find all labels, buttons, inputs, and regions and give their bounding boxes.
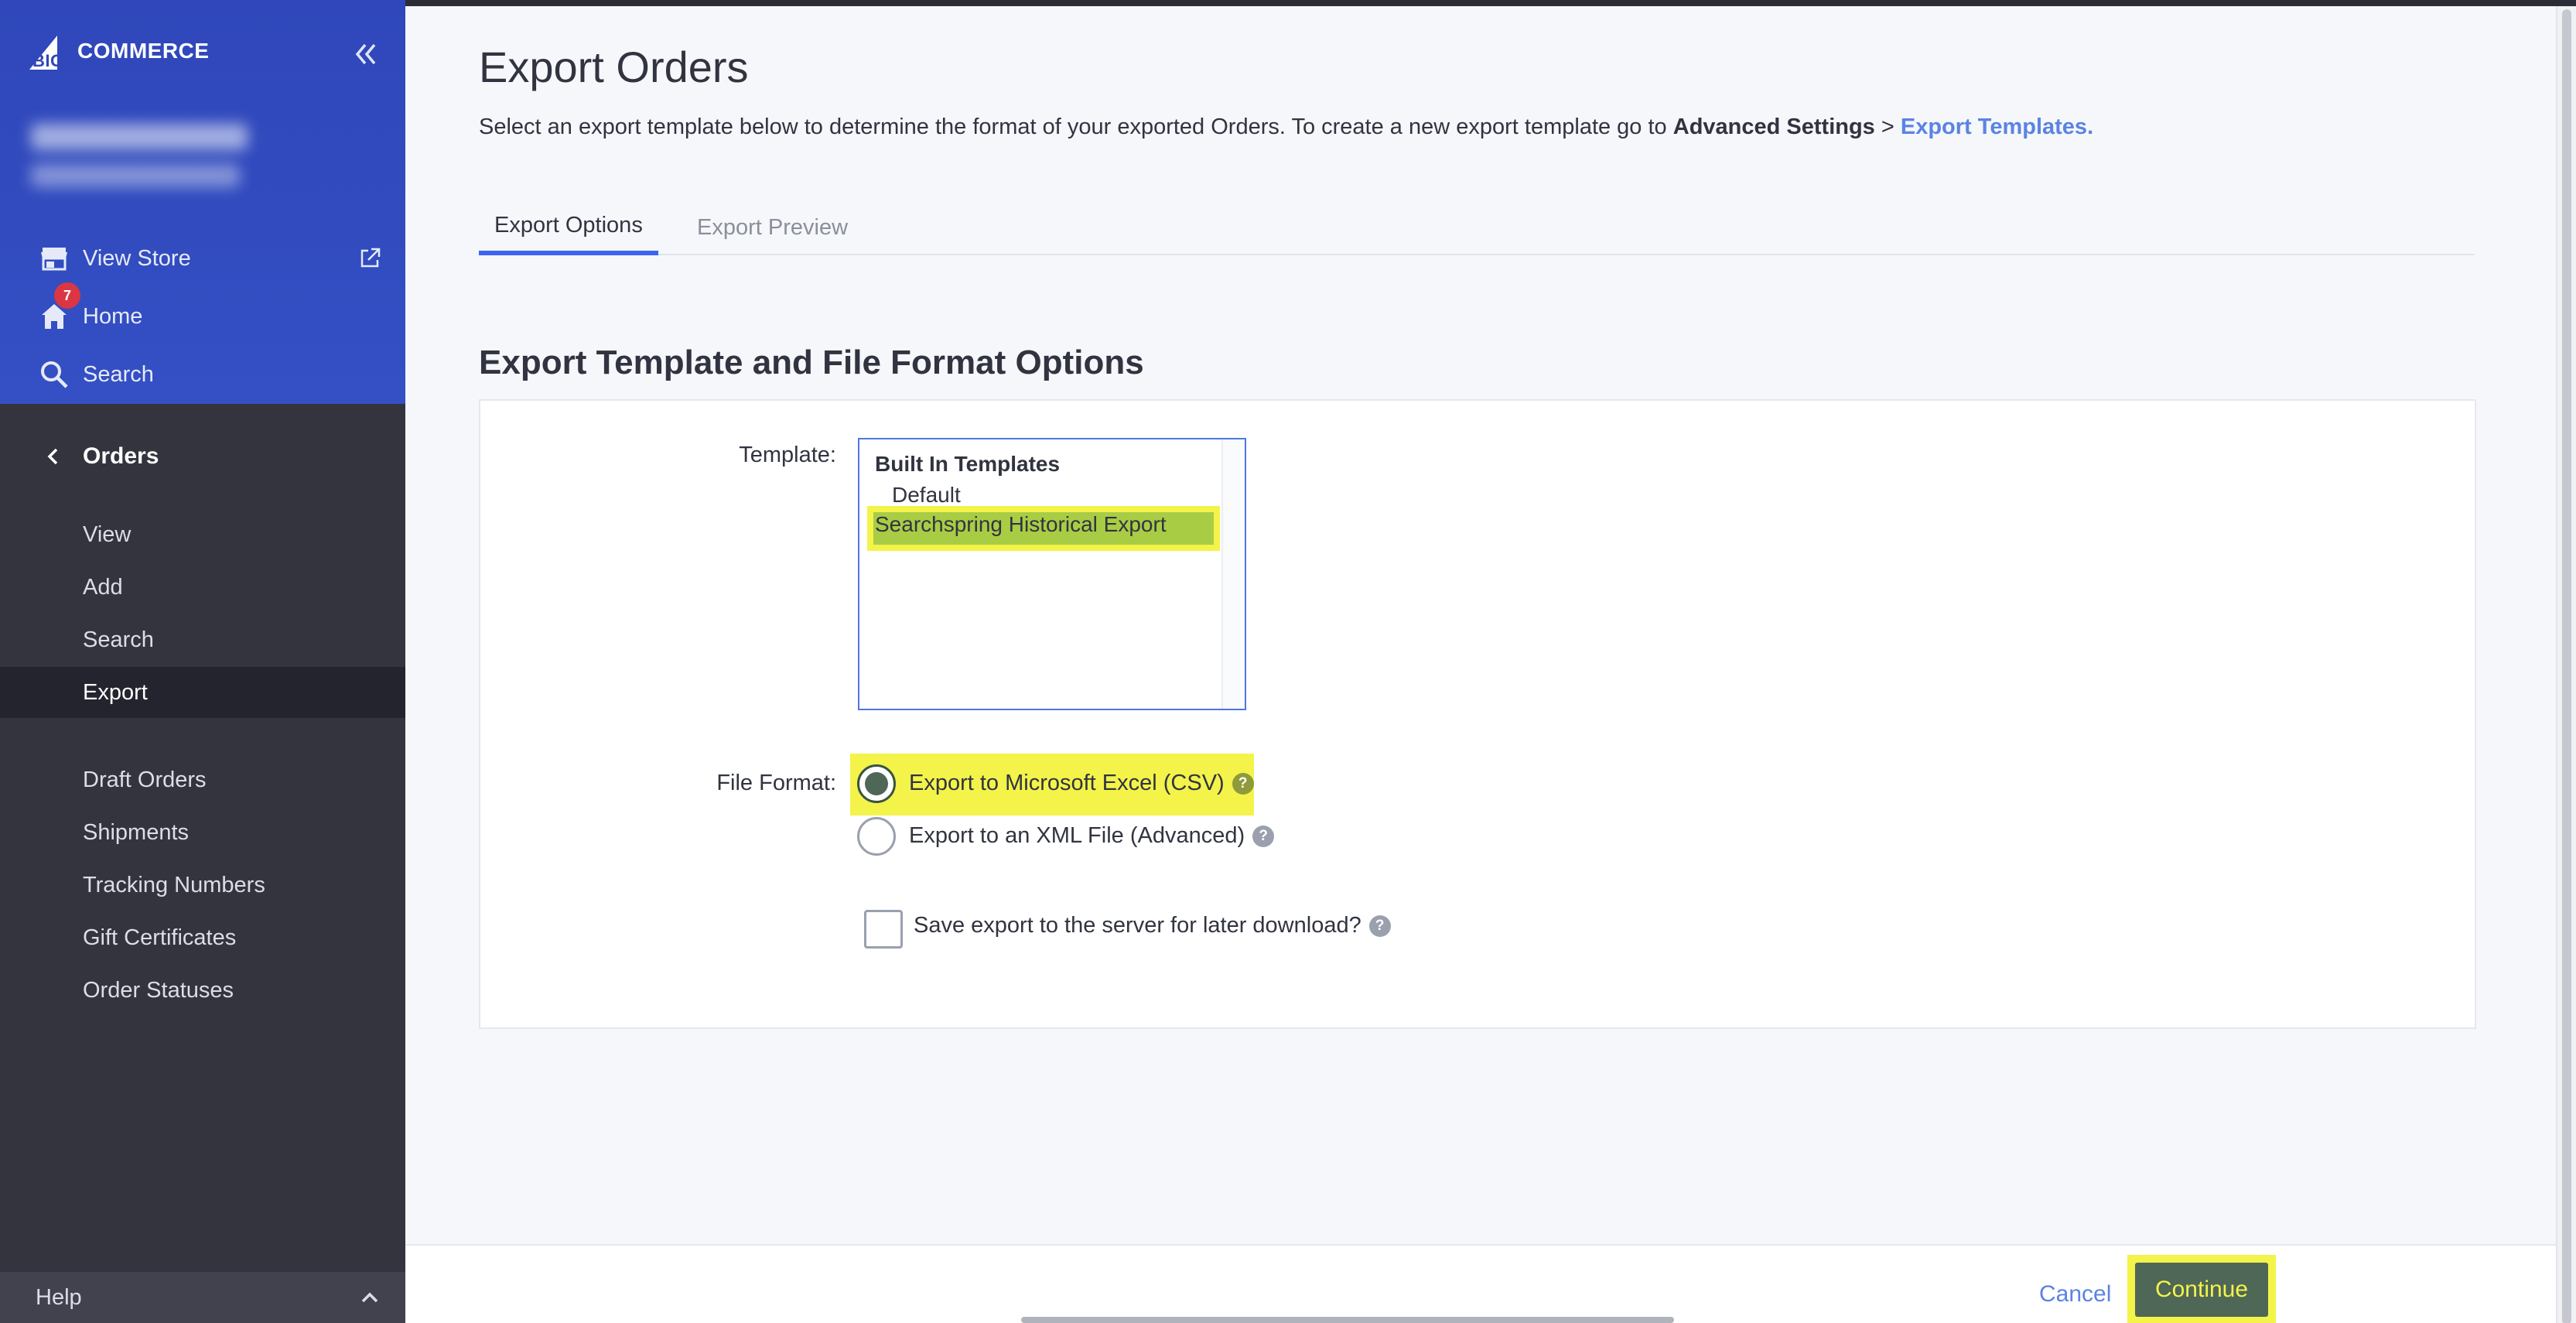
help-icon[interactable]: ? [1252, 825, 1275, 847]
template-option-default[interactable]: Default [892, 483, 961, 508]
sidebar-item-label: Add [83, 574, 123, 600]
nav-home[interactable]: 7 Home [0, 282, 405, 340]
page-description: Select an export template below to deter… [479, 115, 2093, 140]
window-top-border [405, 0, 2576, 6]
help-icon[interactable]: ? [1368, 914, 1391, 937]
sidebar-item-label: Gift Certificates [83, 925, 237, 950]
radio-csv-label[interactable]: Export to Microsoft Excel (CSV) ? [909, 771, 1254, 796]
nav-label: Search [83, 361, 154, 387]
nav-search[interactable]: Search [0, 351, 405, 398]
sidebar-item-shipments[interactable]: Shipments [0, 807, 405, 858]
sidebar-item-label: Tracking Numbers [83, 872, 265, 897]
help-icon[interactable]: ? [1232, 772, 1254, 795]
double-chevron-left-icon [355, 43, 376, 65]
sidebar-item-search[interactable]: Search [0, 614, 405, 665]
sidebar-item-order-statuses[interactable]: Order Statuses [0, 965, 405, 1016]
options-card: Template: Built In Templates Default Sea… [479, 399, 2476, 1029]
chevron-up-icon [361, 1292, 378, 1303]
listbox-scrollbar[interactable] [1221, 439, 1245, 709]
help-label: Help [36, 1284, 82, 1310]
sidebar-item-draft-orders[interactable]: Draft Orders [0, 754, 405, 805]
notification-badge: 7 [54, 282, 80, 309]
sidebar-item-view[interactable]: View [0, 509, 405, 560]
radio-xml-text: Export to an XML File (Advanced) [909, 823, 1245, 848]
template-optgroup: Built In Templates [875, 452, 1061, 476]
store-icon [41, 248, 67, 271]
collapse-sidebar-button[interactable] [350, 39, 381, 70]
sidebar: BIG COMMERCE View Store 7 Home Search Or… [0, 0, 405, 1323]
main-content: Export Orders Select an export template … [405, 6, 2556, 1323]
tab-export-options[interactable]: Export Options [479, 200, 658, 255]
section-label: Orders [83, 443, 159, 469]
template-option-selected-highlight[interactable]: Searchspring Historical Export [867, 506, 1220, 551]
template-label: Template: [739, 443, 836, 467]
sidebar-item-gift-certificates[interactable]: Gift Certificates [0, 912, 405, 963]
sidebar-item-label: Export [83, 679, 148, 705]
sidebar-item-label: Order Statuses [83, 977, 234, 1003]
action-footer: Cancel Continue [405, 1244, 2556, 1323]
tab-bar: Export Options Export Preview [479, 200, 2475, 255]
radio-csv[interactable] [857, 764, 896, 803]
nav-label: View Store [83, 245, 191, 271]
svg-text:BIG: BIG [32, 51, 64, 70]
nav-view-store[interactable]: View Store [0, 235, 405, 282]
logo-mark-icon: BIG [29, 36, 64, 70]
bigcommerce-logo[interactable]: BIG COMMERCE [26, 29, 209, 73]
help-menu[interactable]: Help [0, 1272, 405, 1323]
radio-csv-text: Export to Microsoft Excel (CSV) [909, 771, 1225, 795]
template-select[interactable]: Built In Templates Default Searchspring … [858, 438, 1246, 710]
export-templates-link[interactable]: Export Templates. [1901, 115, 2093, 139]
nav-label: Home [83, 303, 143, 329]
sidebar-item-label: Search [83, 627, 154, 652]
sidebar-item-export[interactable]: Export [0, 667, 405, 718]
save-to-server-label[interactable]: Save export to the server for later down… [914, 913, 1391, 938]
cancel-button[interactable]: Cancel [2039, 1281, 2111, 1308]
scrollbar-thumb[interactable] [2562, 9, 2571, 1323]
logo-text: COMMERCE [77, 39, 210, 63]
radio-xml-label[interactable]: Export to an XML File (Advanced) ? [909, 823, 1275, 849]
horizontal-scrollbar[interactable] [1021, 1317, 1674, 1323]
store-subtitle-blurred [31, 164, 240, 187]
save-to-server-checkbox[interactable] [864, 910, 903, 949]
description-text: Select an export template below to deter… [479, 115, 1673, 139]
orders-section-back[interactable]: Orders [0, 433, 405, 480]
page-title: Export Orders [479, 43, 749, 91]
search-icon [41, 361, 68, 388]
sidebar-header: BIG COMMERCE View Store 7 Home Search [0, 0, 405, 404]
radio-xml[interactable] [857, 817, 896, 856]
advanced-settings-text: Advanced Settings [1672, 115, 1875, 139]
breadcrumb-separator: > [1874, 115, 1901, 139]
external-link-icon[interactable] [357, 246, 382, 271]
vertical-scrollbar[interactable] [2556, 6, 2576, 1323]
sidebar-item-add[interactable]: Add [0, 562, 405, 613]
section-title: Export Template and File Format Options [479, 344, 1144, 381]
sidebar-item-label: Draft Orders [83, 767, 207, 792]
sidebar-item-label: Shipments [83, 819, 190, 845]
save-to-server-text: Save export to the server for later down… [914, 913, 1361, 938]
template-option-searchspring: Searchspring Historical Export [875, 512, 1167, 536]
sidebar-item-tracking-numbers[interactable]: Tracking Numbers [0, 860, 405, 911]
continue-button[interactable]: Continue [2135, 1263, 2268, 1317]
store-name-blurred [31, 124, 248, 150]
tab-export-preview[interactable]: Export Preview [682, 200, 863, 255]
file-format-label: File Format: [716, 771, 836, 795]
sidebar-item-label: View [83, 521, 132, 547]
chevron-left-icon [47, 448, 58, 465]
